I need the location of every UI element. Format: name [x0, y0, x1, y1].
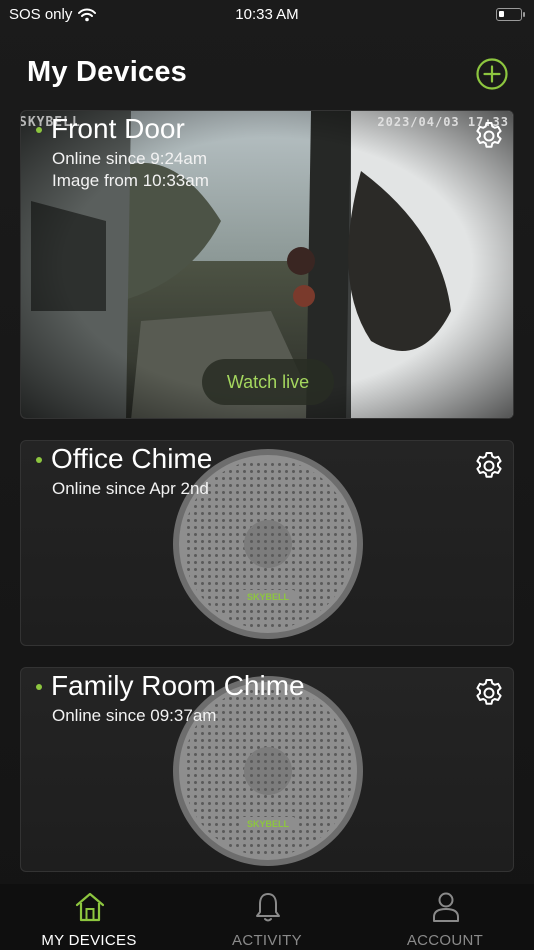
- gear-icon[interactable]: [473, 677, 505, 709]
- device-status: Online since 9:24am: [52, 149, 207, 168]
- online-indicator: [36, 684, 42, 690]
- online-indicator: [36, 127, 42, 133]
- device-status: Online since Apr 2nd: [52, 479, 209, 498]
- battery-icon: [496, 8, 525, 21]
- bell-icon: [256, 893, 280, 922]
- device-name: Family Room Chime: [51, 670, 305, 701]
- device-status: Online since 09:37am: [52, 706, 217, 725]
- tab-label: ACCOUNT: [406, 932, 484, 949]
- status-bar: SOS only 10:33 AM: [0, 0, 534, 30]
- image-time-note: Image from 10:33am: [52, 171, 209, 190]
- tab-my-devices[interactable]: MY DEVICES: [0, 884, 178, 950]
- page-title: My Devices: [27, 56, 187, 88]
- plus-circle-icon[interactable]: [475, 57, 509, 91]
- tab-label: MY DEVICES: [41, 932, 137, 949]
- tab-activity[interactable]: ACTIVITY: [178, 884, 356, 950]
- chime-brand-label: SKYBELL: [247, 819, 290, 829]
- gear-icon[interactable]: [473, 120, 505, 152]
- watch-live-button[interactable]: Watch live: [202, 359, 334, 405]
- device-card-office-chime[interactable]: SKYBELL Office Chime Online since Apr 2n…: [20, 440, 514, 646]
- chime-brand-label: SKYBELL: [247, 592, 290, 602]
- device-card-front-door[interactable]: SKYBELL 2023/04/03 17:33 Front Door Onli…: [20, 110, 514, 419]
- chime-device-image: SKYBELL: [173, 676, 363, 866]
- home-icon: [75, 892, 105, 922]
- app-root: SOS only 10:33 AM My Devices SKYBELL 202…: [0, 0, 534, 950]
- tab-bar: MY DEVICES ACTIVITY ACCOUNT: [0, 884, 534, 950]
- tab-label: ACTIVITY: [232, 932, 302, 949]
- device-card-family-room-chime[interactable]: SKYBELL Family Room Chime Online since 0…: [20, 667, 514, 872]
- gear-icon[interactable]: [473, 450, 505, 482]
- online-indicator: [36, 457, 42, 463]
- device-name: Office Chime: [51, 443, 213, 474]
- status-time: 10:33 AM: [235, 6, 299, 23]
- person-icon: [433, 892, 459, 922]
- device-name: Front Door: [51, 113, 185, 144]
- tab-account[interactable]: ACCOUNT: [356, 884, 534, 950]
- chime-device-image: SKYBELL: [173, 449, 363, 639]
